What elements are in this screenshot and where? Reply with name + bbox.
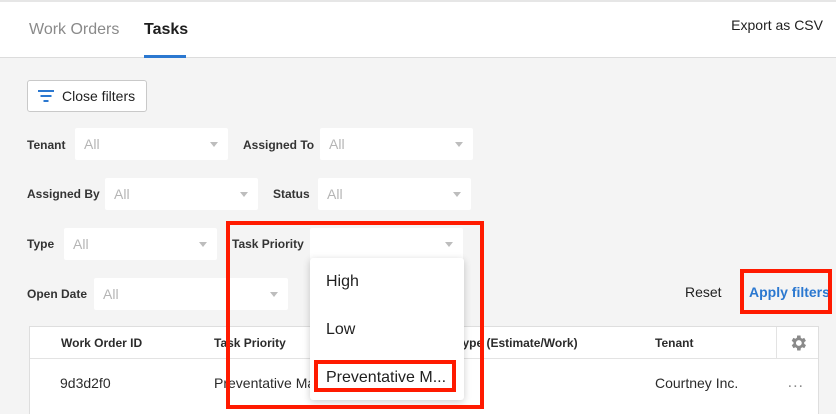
chevron-down-icon <box>240 192 248 197</box>
reset-button[interactable]: Reset <box>685 284 722 300</box>
status-select-value: All <box>327 186 343 202</box>
chevron-down-icon <box>210 142 218 147</box>
dropdown-option-preventative[interactable]: Preventative M... <box>326 369 446 387</box>
assigned-by-label: Assigned By <box>27 187 100 201</box>
tenant-select[interactable]: All <box>75 128 228 160</box>
task-priority-dropdown-menu: High Low Preventative M... <box>310 258 464 400</box>
close-filters-label: Close filters <box>62 88 136 104</box>
type-select-value: All <box>73 236 89 252</box>
top-tab-bar: Work Orders Tasks Export as CSV <box>0 0 836 58</box>
filter-icon <box>38 90 54 102</box>
gear-icon <box>791 335 806 351</box>
chevron-down-icon <box>445 242 453 247</box>
chevron-down-icon <box>455 142 463 147</box>
tenant-select-value: All <box>84 136 100 152</box>
open-date-label: Open Date <box>27 287 88 301</box>
dropdown-option-low[interactable]: Low <box>326 321 355 339</box>
open-date-select-value: All <box>103 286 119 302</box>
chevron-down-icon <box>270 292 278 297</box>
tab-work-orders[interactable]: Work Orders <box>29 20 119 40</box>
column-header-type[interactable]: Type (Estimate/Work) <box>456 336 578 350</box>
task-priority-select[interactable] <box>310 228 463 260</box>
status-select[interactable]: All <box>318 178 471 210</box>
export-csv-button[interactable]: Export as CSV <box>731 17 823 33</box>
type-select[interactable]: All <box>64 228 217 260</box>
assigned-to-select[interactable]: All <box>320 128 473 160</box>
app-window: Work Orders Tasks Export as CSV Close fi… <box>0 0 836 414</box>
tenant-label: Tenant <box>27 138 66 152</box>
cell-tenant: Courtney Inc. <box>655 375 739 391</box>
table-settings-button[interactable] <box>776 327 818 359</box>
task-priority-label: Task Priority <box>232 237 304 251</box>
type-label: Type <box>27 237 55 251</box>
assigned-to-select-value: All <box>329 136 345 152</box>
dropdown-option-high[interactable]: High <box>326 273 359 291</box>
chevron-down-icon <box>199 242 207 247</box>
assigned-by-select-value: All <box>114 186 130 202</box>
tab-tasks[interactable]: Tasks <box>144 20 188 40</box>
assigned-by-select[interactable]: All <box>105 178 258 210</box>
column-header-work-order-id[interactable]: Work Order ID <box>61 336 142 350</box>
column-header-task-priority[interactable]: Task Priority <box>214 336 286 350</box>
row-actions-menu-icon[interactable]: ... <box>788 374 804 392</box>
open-date-select[interactable]: All <box>94 278 288 310</box>
top-edge-divider <box>0 0 836 2</box>
status-label: Status <box>273 187 310 201</box>
assigned-to-label: Assigned To <box>243 138 315 152</box>
apply-filters-button[interactable]: Apply filters <box>749 284 830 300</box>
chevron-down-icon <box>453 192 461 197</box>
cell-task-priority: Preventative Ma <box>214 375 316 391</box>
column-header-tenant[interactable]: Tenant <box>655 336 693 350</box>
close-filters-button[interactable]: Close filters <box>27 80 147 112</box>
cell-work-order-id[interactable]: 9d3d2f0 <box>60 375 111 391</box>
